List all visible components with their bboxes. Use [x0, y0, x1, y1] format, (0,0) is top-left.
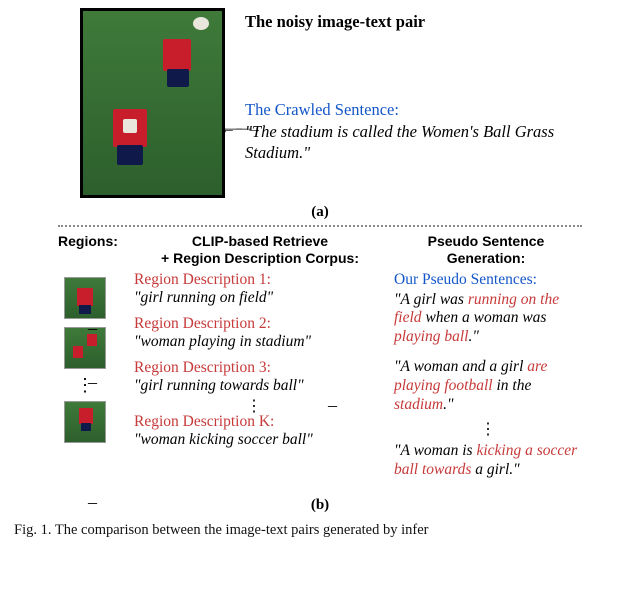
rd-text: "woman playing in stadium": [134, 333, 374, 351]
ps-text: "A girl was: [394, 291, 468, 308]
jersey-number: [123, 119, 137, 133]
ps-text: "A woman and a girl: [394, 358, 527, 375]
caption-prefix: Fig. 1.: [14, 522, 51, 538]
region-description: Region Description 1: "girl running on f…: [134, 271, 374, 307]
rd-label: Region Description 2:: [134, 315, 374, 333]
rd-label: Region Description 3:: [134, 359, 374, 377]
rd-label: Region Description K:: [134, 413, 374, 431]
region-thumb: [64, 277, 106, 319]
region-description: Region Description 2: "woman playing in …: [134, 315, 374, 351]
pseudo-sentence: "A woman and a girl are playing football…: [394, 358, 582, 414]
ps-highlight: stadium: [394, 396, 443, 413]
region-descriptions-column: Region Description 1: "girl running on f…: [130, 271, 374, 492]
rd-text: "woman kicking soccer ball": [134, 431, 374, 449]
ps-text: a girl.": [471, 461, 519, 478]
rd-text: "girl running towards ball": [134, 377, 374, 395]
rd-label: Region Description 1:: [134, 271, 374, 289]
ball-shape: [193, 17, 209, 30]
header-clip-retrieve: CLIP-based Retrieve + Region Description…: [130, 233, 390, 267]
part-b-label: (b): [58, 497, 582, 514]
pseudo-sentence: "A woman is kicking a soccer ball toward…: [394, 442, 582, 479]
part-b-header: Regions: CLIP-based Retrieve + Region De…: [58, 233, 582, 267]
pseudo-sentences-column: Our Pseudo Sentences: "A girl was runnin…: [374, 271, 582, 492]
region-description: Region Description 3: "girl running towa…: [134, 359, 374, 395]
double-arrow-icon: [220, 120, 256, 138]
player-jumping-jersey: [163, 39, 191, 71]
dash-connector: –: [88, 372, 97, 393]
region-description: Region Description K: "woman kicking soc…: [134, 413, 374, 449]
pseudo-sentences-label: Our Pseudo Sentences:: [394, 271, 582, 289]
ps-text: in the: [493, 377, 532, 394]
header-pseudo-generation: Pseudo Sentence Generation:: [390, 233, 582, 267]
part-a-text: The noisy image-text pair The Crawled Se…: [245, 8, 610, 198]
dash-connector: –: [88, 492, 97, 513]
region-thumb: [64, 401, 106, 443]
region-thumb: [64, 327, 106, 369]
header-regions: Regions:: [58, 233, 130, 267]
dash-connector: –: [88, 318, 97, 339]
ps-text: .": [443, 396, 453, 413]
rd-text: "girl running on field": [134, 289, 374, 307]
ps-text: "A woman is: [394, 442, 476, 459]
noisy-pair-title: The noisy image-text pair: [245, 12, 610, 32]
crawled-sentence-text: "The stadium is called the Women's Ball …: [245, 122, 610, 163]
header-mid-line2: + Region Description Corpus:: [161, 250, 359, 266]
header-mid-line1: CLIP-based Retrieve: [192, 233, 328, 249]
main-image: [80, 8, 225, 198]
part-a: The noisy image-text pair The Crawled Se…: [30, 8, 610, 198]
figure-container: The noisy image-text pair The Crawled Se…: [0, 0, 640, 514]
ps-text: .": [468, 328, 478, 345]
vertical-ellipsis-icon: ⋮: [134, 403, 374, 411]
pseudo-sentence: "A girl was running on the field when a …: [394, 291, 582, 347]
player-jumping-shorts: [167, 69, 189, 87]
dotted-separator: [58, 225, 582, 227]
header-right-line1: Pseudo Sentence: [428, 233, 545, 249]
ps-text: when a woman was: [422, 309, 547, 326]
crawled-sentence-label: The Crawled Sentence:: [245, 100, 610, 120]
vertical-ellipsis-icon: ⋮: [394, 426, 582, 434]
player-front-shorts: [117, 145, 143, 165]
ps-highlight: playing ball: [394, 328, 468, 345]
dash-connector: –: [328, 395, 337, 416]
header-right-line2: Generation:: [447, 250, 526, 266]
part-b-body: ⋮ – – – – Region Description 1: "girl ru…: [58, 271, 582, 492]
caption-text: The comparison between the image-text pa…: [55, 522, 429, 538]
figure-caption: Fig. 1. The comparison between the image…: [0, 518, 640, 539]
part-a-label: (a): [30, 204, 610, 221]
part-b: Regions: CLIP-based Retrieve + Region De…: [30, 233, 610, 514]
